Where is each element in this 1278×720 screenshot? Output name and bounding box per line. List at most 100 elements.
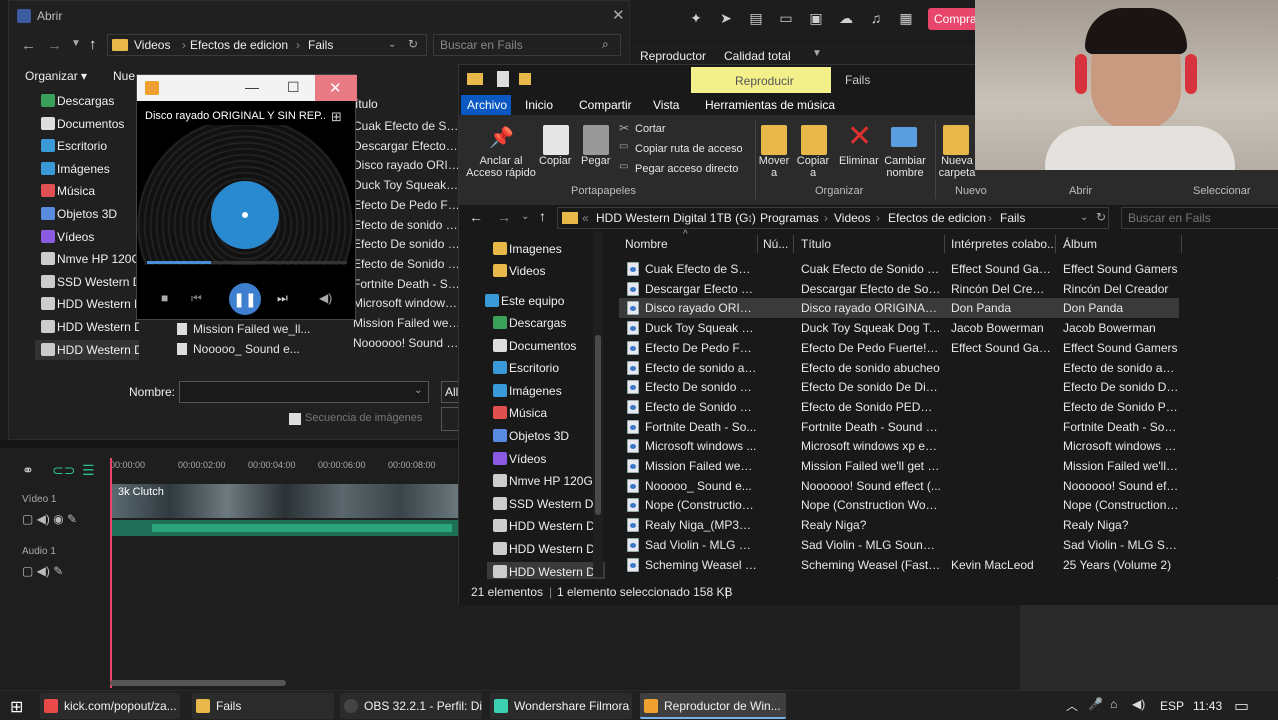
volume-icon[interactable]: ◀) bbox=[319, 291, 332, 305]
taskbar-item-wmp[interactable]: Reproductor de Win... bbox=[640, 693, 786, 719]
title-column-header[interactable]: ítulo bbox=[355, 97, 378, 111]
properties-icon[interactable] bbox=[497, 71, 509, 87]
column-header-artists[interactable]: Intérpretes colabo... bbox=[951, 237, 1057, 251]
new-folder-button[interactable]: Nue bbox=[113, 69, 135, 83]
copy-button[interactable]: Copiar bbox=[539, 155, 571, 167]
taskbar-item-filmora[interactable]: Wondershare Filmora bbox=[490, 693, 632, 719]
dialog-nav-item[interactable]: Vídeos bbox=[35, 227, 139, 247]
chevron-down-icon[interactable]: ⌄ bbox=[521, 211, 529, 222]
breadcrumb-item[interactable]: Videos bbox=[134, 38, 170, 52]
file-row[interactable]: Microsoft windows ... Microsoft windows x… bbox=[619, 436, 1179, 456]
language-indicator[interactable]: ESP bbox=[1160, 699, 1184, 713]
search-input[interactable]: Buscar en Fails ⌕ bbox=[433, 34, 621, 56]
new-folder-button[interactable]: Nueva carpeta bbox=[937, 155, 977, 179]
file-name[interactable]: Mission Failed we_ll... bbox=[193, 322, 313, 336]
dialog-nav-item[interactable]: Documentos bbox=[35, 114, 139, 134]
pause-button[interactable]: ❚❚ bbox=[229, 283, 261, 315]
gift-icon[interactable]: ✦ bbox=[688, 10, 704, 26]
nav-item[interactable]: Vídeos bbox=[487, 449, 605, 469]
tab-vista[interactable]: Vista bbox=[653, 98, 679, 112]
nav-item[interactable]: SSD Western Dig bbox=[487, 494, 605, 514]
nav-item[interactable]: Escritorio bbox=[487, 358, 605, 378]
breadcrumb-item[interactable]: Efectos de edicion bbox=[190, 38, 288, 52]
next-icon[interactable]: ⏭ bbox=[277, 291, 288, 306]
column-header-album[interactable]: Álbum bbox=[1063, 237, 1097, 251]
column-header-title[interactable]: Título bbox=[801, 237, 831, 251]
breadcrumb-item[interactable]: Fails bbox=[308, 38, 333, 52]
video-clip[interactable]: 3k Clutch bbox=[112, 484, 458, 518]
windows-start-icon[interactable]: ⊞ bbox=[10, 697, 23, 717]
taskbar-item-fails[interactable]: Fails bbox=[192, 693, 334, 719]
close-icon[interactable]: ✕ bbox=[612, 6, 625, 24]
mic-icon[interactable]: 🎤 bbox=[1088, 697, 1103, 711]
file-row[interactable]: Efecto De Pedo Fue... Efecto De Pedo Fuer… bbox=[619, 338, 1179, 358]
file-name[interactable]: Nooooo_ Sound e... bbox=[193, 342, 313, 356]
search-input[interactable]: Buscar en Fails bbox=[1121, 207, 1278, 229]
ruler[interactable]: 00:00:00 00:00:02:00 00:00:04:00 00:00:0… bbox=[110, 460, 458, 476]
tab-inicio[interactable]: Inicio bbox=[525, 98, 553, 112]
back-icon[interactable]: ← bbox=[469, 209, 483, 225]
file-row[interactable]: Fortnite Death - So... Fortnite Death - S… bbox=[619, 417, 1179, 437]
copy-path-button[interactable]: Copiar ruta de acceso bbox=[635, 143, 743, 155]
file-row[interactable]: Efecto de Sonido PE... Efecto de Sonido P… bbox=[619, 397, 1179, 417]
sequence-checkbox[interactable] bbox=[289, 413, 301, 425]
cut-button[interactable]: Cortar bbox=[635, 123, 666, 135]
column-header-number[interactable]: Nú... bbox=[763, 237, 788, 251]
notification-icon[interactable]: ▭ bbox=[1234, 696, 1249, 716]
network-icon[interactable]: ⌂ bbox=[1110, 697, 1117, 711]
address-bar[interactable]: « HDD Western Digital 1TB (G:) › Program… bbox=[557, 207, 1109, 229]
chevron-up-icon[interactable]: ︿ bbox=[1066, 697, 1078, 714]
refresh-icon[interactable]: ↻ bbox=[1096, 210, 1106, 224]
rename-button[interactable]: Cambiar nombre bbox=[883, 155, 927, 179]
screen-icon[interactable]: ▭ bbox=[778, 10, 794, 26]
paste-button[interactable]: Pegar bbox=[581, 155, 610, 167]
address-bar[interactable]: Videos › Efectos de edicion › Fails ⌄ ↻ bbox=[107, 34, 427, 56]
stop-icon[interactable]: ■ bbox=[161, 291, 168, 305]
column-header-name[interactable]: Nombre bbox=[625, 237, 668, 251]
move-button[interactable]: Mover a bbox=[757, 155, 791, 179]
nav-quick-item[interactable]: Videos bbox=[487, 261, 605, 281]
back-icon[interactable]: ← bbox=[21, 37, 36, 54]
nav-item[interactable]: Documentos bbox=[487, 336, 605, 356]
organize-button[interactable]: Organizar ▾ bbox=[25, 69, 87, 83]
dialog-nav-item[interactable]: Escritorio bbox=[35, 136, 139, 156]
tab-music-tools[interactable]: Herramientas de música bbox=[705, 98, 835, 112]
file-row[interactable]: Realy Niga_(MP3_7... Realy Niga? Realy Nig… bbox=[619, 515, 1179, 535]
minimize-icon[interactable]: — bbox=[245, 79, 259, 95]
up-icon[interactable]: ↑ bbox=[89, 36, 97, 53]
track-controls[interactable]: ▢ ◀) ✎ bbox=[22, 564, 63, 578]
file-row[interactable]: Descargar Efecto de... Descargar Efecto d… bbox=[619, 279, 1179, 299]
up-icon[interactable]: ↑ bbox=[539, 208, 546, 224]
chevron-down-icon[interactable]: ⌄ bbox=[388, 39, 396, 50]
breadcrumb-item[interactable]: Fails bbox=[1000, 211, 1025, 225]
maximize-icon[interactable]: ☐ bbox=[287, 79, 300, 96]
dialog-nav-item[interactable]: SSD Western Digi bbox=[35, 272, 139, 292]
clock[interactable]: 11:43 bbox=[1193, 699, 1222, 713]
file-row[interactable]: Nope (Construction... Nope (Construction … bbox=[619, 495, 1179, 515]
dialog-nav-item[interactable]: HDD Western Di bbox=[35, 294, 139, 314]
dialog-nav-item[interactable]: HDD Western Di bbox=[35, 339, 139, 360]
file-row[interactable]: Sad Violin - MLG So... Sad Violin - MLG S… bbox=[619, 535, 1179, 555]
volume-icon[interactable]: ◀) bbox=[1132, 697, 1145, 711]
tab-archivo[interactable]: Archivo bbox=[461, 95, 511, 115]
send-icon[interactable]: ➤ bbox=[718, 10, 734, 26]
file-row[interactable]: Disco rayado ORIGI... Disco rayado ORIGIN… bbox=[619, 298, 1179, 319]
switch-view-icon[interactable]: ⊞ bbox=[331, 109, 342, 125]
dialog-nav-item[interactable]: HDD Western Di bbox=[35, 317, 139, 337]
dialog-nav-item[interactable]: Descargas bbox=[35, 91, 139, 111]
nav-this-pc[interactable]: Este equipo bbox=[479, 291, 597, 311]
file-row[interactable]: Efecto de sonido ab... Efecto de sonido a… bbox=[619, 358, 1179, 378]
nav-item[interactable]: HDD Western Di bbox=[487, 539, 605, 559]
dialog-nav-item[interactable]: Imágenes bbox=[35, 159, 139, 179]
magnet-icon[interactable]: ⊂⊃ bbox=[52, 462, 75, 479]
doc-icon[interactable]: ▤ bbox=[748, 10, 764, 26]
taskbar-item-browser[interactable]: kick.com/popout/za... bbox=[40, 693, 180, 719]
close-button[interactable]: ✕ bbox=[315, 75, 357, 101]
headset-icon[interactable]: ♫ bbox=[868, 10, 884, 26]
taskbar-item-obs[interactable]: OBS 32.2.1 - Perfil: Di... bbox=[340, 693, 482, 719]
pin-button[interactable]: Anclar al Acceso rápido bbox=[463, 155, 539, 179]
new-folder-icon[interactable] bbox=[519, 73, 531, 85]
playhead[interactable] bbox=[110, 458, 112, 688]
forward-icon[interactable]: → bbox=[47, 37, 62, 54]
breadcrumb-item[interactable]: Programas bbox=[760, 211, 819, 225]
